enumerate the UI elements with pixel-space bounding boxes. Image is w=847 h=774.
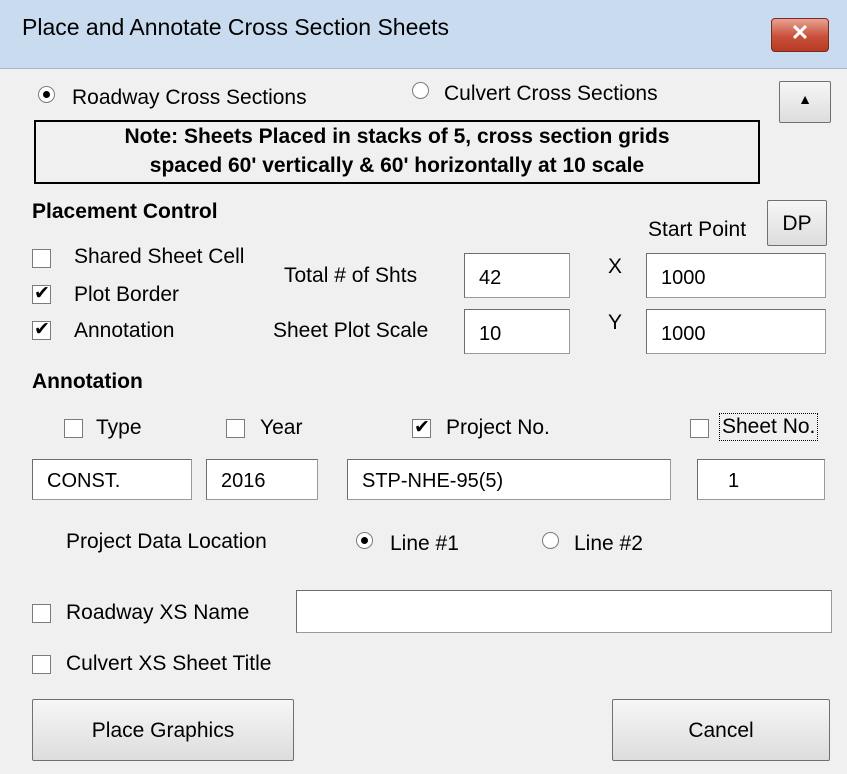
note-line-1: Note: Sheets Placed in stacks of 5, cros…	[124, 125, 670, 148]
project-no-input[interactable]: STP-NHE-95(5)	[347, 459, 671, 500]
chevron-up-icon: ▲	[798, 91, 812, 107]
start-x-input[interactable]: 1000	[646, 253, 826, 298]
total-sheets-label: Total # of Shts	[284, 264, 418, 287]
type-label: Type	[96, 416, 142, 439]
close-button[interactable]: ✕	[771, 18, 829, 52]
title-bar: Place and Annotate Cross Section Sheets …	[0, 0, 847, 69]
culvert-xs-sheet-title-checkbox[interactable]	[32, 655, 51, 674]
x-label: X	[608, 255, 623, 278]
start-y-input[interactable]: 1000	[646, 309, 826, 354]
line-2-radio[interactable]	[542, 532, 559, 549]
place-graphics-button[interactable]: Place Graphics	[32, 699, 294, 761]
line-2-label: Line #2	[574, 532, 643, 555]
annotation-checkbox-label: Annotation	[74, 319, 175, 342]
note-box: Note: Sheets Placed in stacks of 5, cros…	[34, 120, 760, 184]
placement-control-heading: Placement Control	[32, 200, 218, 223]
close-icon: ✕	[790, 20, 810, 45]
project-data-location-label: Project Data Location	[66, 530, 267, 553]
sheet-plot-scale-label: Sheet Plot Scale	[273, 319, 429, 342]
sheet-no-label: Sheet No.	[719, 413, 819, 441]
plot-border-label: Plot Border	[74, 283, 180, 306]
year-input[interactable]: 2016	[206, 459, 318, 500]
line-1-radio[interactable]	[356, 532, 373, 549]
y-label: Y	[608, 311, 623, 334]
project-no-label: Project No.	[446, 416, 550, 439]
type-input[interactable]: CONST.	[32, 459, 192, 500]
sheet-plot-scale-input[interactable]: 10	[464, 309, 570, 354]
collapse-button[interactable]: ▲	[779, 81, 831, 123]
sheet-no-input[interactable]: 1	[697, 459, 825, 500]
culvert-cross-sections-radio[interactable]	[412, 82, 429, 99]
roadway-xs-name-checkbox[interactable]	[32, 604, 51, 623]
start-point-label: Start Point	[648, 218, 747, 241]
culvert-xs-sheet-title-label: Culvert XS Sheet Title	[66, 652, 272, 675]
total-sheets-input[interactable]: 42	[464, 253, 570, 298]
window-title: Place and Annotate Cross Section Sheets	[22, 14, 450, 40]
shared-sheet-cell-label: Shared Sheet Cell	[74, 245, 245, 268]
roadway-xs-name-input[interactable]	[296, 590, 832, 633]
cancel-button[interactable]: Cancel	[612, 699, 830, 761]
note-line-2: spaced 60' vertically & 60' horizontally…	[149, 154, 645, 177]
roadway-cross-sections-label: Roadway Cross Sections	[72, 86, 307, 109]
type-checkbox[interactable]	[64, 419, 83, 438]
line-1-label: Line #1	[390, 532, 459, 555]
annotation-checkbox[interactable]	[32, 318, 51, 342]
year-checkbox[interactable]	[226, 419, 245, 438]
annotation-heading: Annotation	[32, 370, 143, 393]
culvert-cross-sections-label: Culvert Cross Sections	[444, 82, 658, 105]
roadway-cross-sections-radio[interactable]	[38, 86, 55, 103]
year-label: Year	[260, 416, 303, 439]
project-no-checkbox[interactable]	[412, 416, 431, 440]
roadway-xs-name-label: Roadway XS Name	[66, 601, 250, 624]
plot-border-checkbox[interactable]	[32, 282, 51, 306]
dp-button[interactable]: DP	[767, 200, 827, 246]
sheet-no-checkbox[interactable]	[690, 419, 709, 438]
shared-sheet-cell-checkbox[interactable]	[32, 249, 51, 268]
